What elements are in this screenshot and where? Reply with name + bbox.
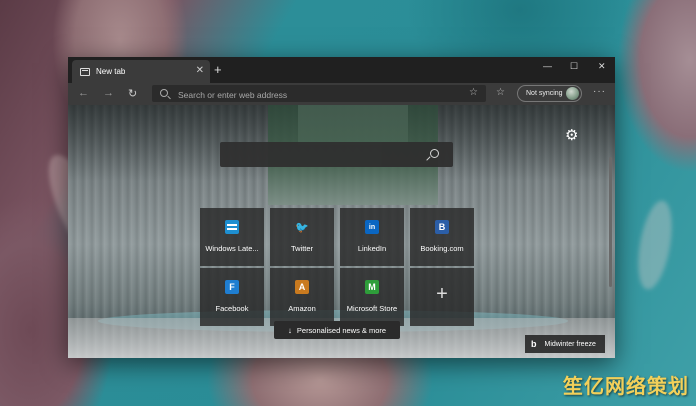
favorite-star-icon[interactable]: ☆ <box>469 87 478 98</box>
quick-link-booking[interactable]: B Booking.com <box>410 208 474 266</box>
amazon-icon: A <box>295 280 309 294</box>
page-scrollbar[interactable] <box>609 157 612 287</box>
quick-link-amazon[interactable]: A Amazon <box>270 268 334 326</box>
quick-link-label: Windows Late... <box>205 244 259 253</box>
address-input[interactable] <box>176 86 450 103</box>
booking-icon: B <box>435 220 449 234</box>
arrow-down-icon: ↓ <box>287 325 292 335</box>
new-tab-plus-icon[interactable]: + <box>214 62 222 77</box>
maximize-icon[interactable]: ☐ <box>570 61 578 72</box>
tab-bar: New tab ✕ + — ☐ ✕ <box>68 57 615 83</box>
close-window-icon[interactable]: ✕ <box>598 61 606 72</box>
quick-link-label: Booking.com <box>420 244 464 253</box>
add-site-icon: + <box>436 283 448 305</box>
personalised-news-button[interactable]: ↓ Personalised news & more <box>274 321 400 339</box>
tab-title: New tab <box>96 67 126 76</box>
bing-logo-icon: b <box>531 339 537 349</box>
quick-link-facebook[interactable]: F Facebook <box>200 268 264 326</box>
watermark-text: 笙亿网络策划 <box>563 376 689 398</box>
refresh-icon[interactable]: ↻ <box>128 87 137 100</box>
address-bar[interactable]: ☆ <box>152 85 486 103</box>
forward-icon[interactable]: → <box>103 87 114 99</box>
quick-link-microsoft-store[interactable]: M Microsoft Store <box>340 268 404 326</box>
new-tab-page: ⚙ Windows Late... 🐦 Twitter in LinkedIn … <box>68 105 615 358</box>
image-credit-button[interactable]: b Midwinter freeze <box>525 335 605 353</box>
avatar <box>566 87 579 100</box>
tab-new-tab[interactable]: New tab ✕ <box>72 60 210 83</box>
facebook-icon: F <box>225 280 239 294</box>
profile-sync-button[interactable]: Not syncing <box>517 85 582 102</box>
more-options-icon[interactable]: ··· <box>593 86 606 97</box>
quick-link-label: Amazon <box>288 304 316 313</box>
sync-status-label: Not syncing <box>526 90 563 97</box>
quick-link-label: Microsoft Store <box>346 304 398 313</box>
quick-link-label: LinkedIn <box>357 244 387 253</box>
navigation-toolbar: ← → ↻ ☆ ☆ Not syncing ··· <box>68 83 615 105</box>
tab-page-icon <box>80 67 90 76</box>
search-icon <box>430 149 439 158</box>
close-tab-icon[interactable]: ✕ <box>196 65 204 76</box>
quick-link-label: Twitter <box>290 244 314 253</box>
minimize-icon[interactable]: — <box>543 61 552 71</box>
page-search-box[interactable] <box>220 142 453 167</box>
quick-link-twitter[interactable]: 🐦 Twitter <box>270 208 334 266</box>
search-icon <box>160 89 168 97</box>
windows-latest-icon <box>225 220 239 234</box>
browser-window: New tab ✕ + — ☐ ✕ ← → ↻ ☆ ☆ Not syncing … <box>68 57 615 358</box>
image-caption: Midwinter freeze <box>544 340 596 348</box>
quick-link-linkedin[interactable]: in LinkedIn <box>340 208 404 266</box>
twitter-icon: 🐦 <box>295 221 309 234</box>
news-button-label: Personalised news & more <box>296 325 387 335</box>
microsoft-store-icon: M <box>365 280 379 294</box>
quick-link-label: Facebook <box>215 304 249 313</box>
collections-icon[interactable]: ☆ <box>496 87 505 98</box>
back-icon[interactable]: ← <box>78 87 89 99</box>
add-quick-link-button[interactable]: + <box>410 268 474 326</box>
gear-icon[interactable]: ⚙ <box>565 126 578 144</box>
quick-link-windows-latest[interactable]: Windows Late... <box>200 208 264 266</box>
linkedin-icon: in <box>365 220 379 234</box>
